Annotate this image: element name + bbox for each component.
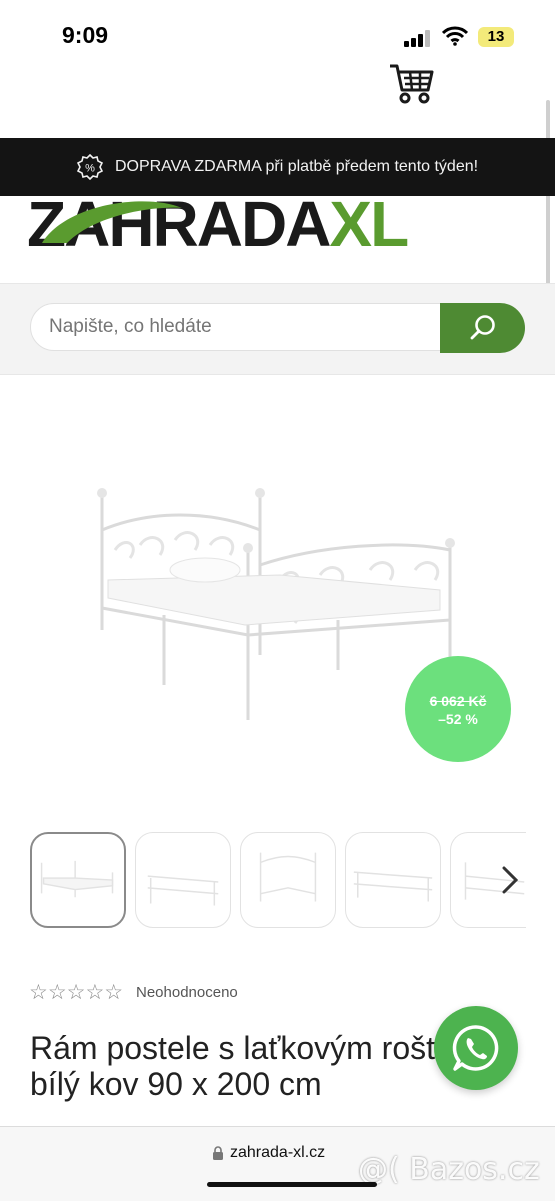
- search-icon: [470, 315, 495, 340]
- battery-indicator: 13: [478, 27, 514, 47]
- promo-banner: % DOPRAVA ZDARMA při platbě předem tento…: [0, 138, 555, 196]
- home-indicator[interactable]: [207, 1182, 377, 1187]
- rating-text: Neohodnoceno: [136, 984, 238, 1001]
- whatsapp-icon: [452, 1025, 499, 1071]
- old-price: 6 062 Kč: [429, 693, 487, 709]
- cart-button[interactable]: [388, 62, 436, 106]
- wifi-icon: [442, 26, 468, 46]
- search-input[interactable]: [30, 303, 450, 351]
- thumbnail-1[interactable]: [30, 832, 126, 928]
- rating-stars[interactable]: ☆☆☆☆☆: [29, 980, 123, 1005]
- svg-text:%: %: [85, 163, 95, 175]
- percent-icon: %: [76, 154, 103, 180]
- product-title: Rám postele s laťkovým roštem bílý kov 9…: [30, 1030, 480, 1102]
- signal-icon: [404, 30, 430, 47]
- thumbnail-image: [147, 875, 219, 906]
- lock-icon: [213, 1146, 223, 1160]
- logo-swoosh: [42, 201, 182, 243]
- chevron-right-icon[interactable]: [498, 862, 524, 898]
- thumbnail-image: [353, 871, 433, 902]
- thumbnail-2[interactable]: [135, 832, 231, 928]
- watermark: @( Bazos.cz: [358, 1152, 540, 1187]
- thumbnail-image: [40, 860, 114, 898]
- thumbnail-3[interactable]: [240, 832, 336, 928]
- status-time: 9:09: [62, 22, 109, 48]
- thumbnail-image: [259, 852, 317, 902]
- site-logo[interactable]: ZAHRADAXL: [27, 198, 527, 250]
- discount-percent: –52 %: [438, 711, 478, 727]
- sale-badge: 6 062 Kč –52 %: [405, 656, 511, 762]
- browser-url[interactable]: zahrada-xl.cz: [230, 1144, 325, 1162]
- thumbnail-4[interactable]: [345, 832, 441, 928]
- search-button[interactable]: [440, 303, 525, 353]
- logo-text-xl: XL: [329, 198, 409, 250]
- whatsapp-button[interactable]: [434, 1006, 518, 1090]
- cart-icon: [390, 64, 434, 104]
- promo-text: DOPRAVA ZDARMA při platbě předem tento t…: [114, 158, 479, 175]
